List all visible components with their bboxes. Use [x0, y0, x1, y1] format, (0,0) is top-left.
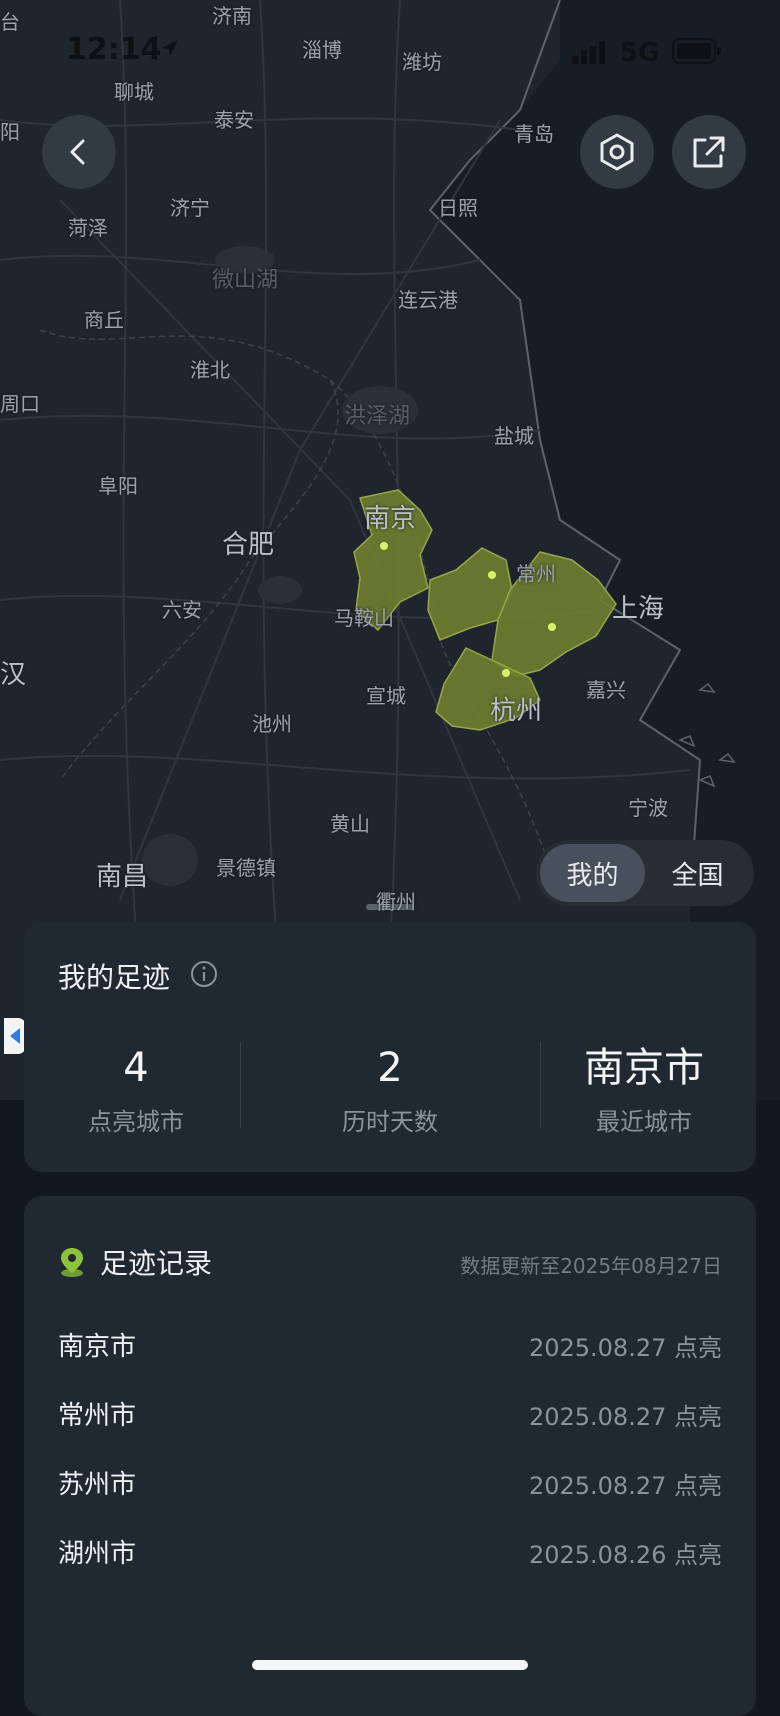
share-button[interactable]: [672, 115, 746, 189]
hexagon-settings-icon: [600, 133, 634, 171]
map-label-rizhao: 日照: [438, 196, 478, 220]
map-label-hefei: 合肥: [222, 530, 275, 560]
stat-cities-label: 点亮城市: [88, 1108, 184, 1136]
map-label-liuan: 六安: [162, 598, 202, 622]
map-label-quzhou: 衢州: [376, 890, 416, 914]
lake-poyang: [142, 834, 198, 886]
map-label-chizhou: 池州: [252, 712, 292, 736]
record-row[interactable]: 湖州市 2025.08.26 点亮: [58, 1533, 722, 1577]
footprint-card: 我的足迹 4 点亮城市 2 历时天数 南京市 最近城市: [24, 922, 756, 1172]
stat-cities: 4 点亮城市: [36, 1040, 236, 1137]
map-label-zhoukou: 周口: [0, 392, 40, 416]
settings-button[interactable]: [580, 115, 654, 189]
stat-days-label: 历时天数: [342, 1108, 438, 1136]
signal-icon: [572, 40, 608, 64]
map-label-liaocheng: 聊城: [114, 80, 154, 104]
app-shortcut-icon: [10, 1028, 20, 1044]
home-indicator: [252, 1660, 528, 1670]
record-city: 苏州市: [58, 1470, 137, 1500]
map-label-jining: 济宁: [170, 196, 210, 220]
map-label-hangzhou: 杭州: [490, 696, 543, 726]
map-label-huangshan: 黄山: [330, 812, 370, 836]
map-label-xuancheng: 宣城: [366, 684, 406, 708]
map-label-qingdao: 青岛: [514, 122, 554, 146]
chevron-left-icon: [70, 139, 85, 165]
info-icon[interactable]: [190, 960, 218, 988]
dot-huzhou: [502, 669, 510, 677]
records-updated: 数据更新至2025年08月27日: [460, 1254, 722, 1278]
map-label-yancheng: 盐城: [494, 424, 534, 448]
map-label-maanshan: 马鞍山: [334, 606, 394, 630]
map-label-huaibei: 淮北: [190, 358, 230, 382]
stat-recent-city-label: 最近城市: [596, 1108, 692, 1136]
map-label-shanghai: 上海: [612, 594, 665, 624]
stat-recent-city: 南京市 最近城市: [544, 1040, 744, 1137]
stat-days-value: 2: [377, 1045, 403, 1091]
map-label-changzhou: 常州: [516, 562, 556, 586]
records-title: 足迹记录: [100, 1247, 213, 1280]
dot-changzhou: [488, 571, 496, 579]
map-label-jingdezhen: 景德镇: [216, 856, 276, 880]
record-date: 2025.08.27 点亮: [528, 1472, 722, 1500]
record-date: 2025.08.26 点亮: [528, 1541, 722, 1569]
status-time: 12:14: [66, 32, 162, 67]
location-arrow-icon: [160, 38, 180, 58]
scope-toggle[interactable]: 我的 全国: [536, 840, 754, 906]
record-row[interactable]: 南京市 2025.08.27 点亮: [58, 1326, 722, 1370]
map-label-nanchang: 南昌: [96, 862, 149, 892]
map-label-weifang: 潍坊: [402, 50, 442, 74]
dot-suzhou: [548, 623, 556, 631]
stat-recent-city-value: 南京市: [584, 1045, 704, 1091]
map-label-fuyang: 阜阳: [98, 474, 138, 498]
map-label-edge-han: 汉: [0, 660, 27, 690]
map-label-jinan: 济南: [212, 4, 252, 28]
map-label-lianyungang: 连云港: [398, 288, 458, 312]
map-label-shangqiu: 商丘: [84, 308, 124, 332]
records-card: 足迹记录 数据更新至2025年08月27日 南京市 2025.08.27 点亮 …: [24, 1196, 756, 1716]
stat-divider: [540, 1042, 541, 1128]
share-icon: [693, 136, 725, 168]
stat-cities-value: 4: [123, 1045, 149, 1091]
record-city: 南京市: [58, 1332, 137, 1362]
floating-widget[interactable]: [4, 1018, 26, 1054]
map-label-edge-yang: 阳: [0, 120, 20, 144]
map-label-taian: 泰安: [214, 108, 254, 132]
toggle-mine[interactable]: 我的: [540, 844, 645, 902]
lake-chao: [258, 576, 302, 604]
map-label-nanjing: 南京: [364, 504, 417, 534]
record-date: 2025.08.27 点亮: [528, 1403, 722, 1431]
record-row[interactable]: 常州市 2025.08.27 点亮: [58, 1395, 722, 1439]
stat-days: 2 历时天数: [290, 1040, 490, 1137]
record-city: 常州市: [58, 1401, 137, 1431]
battery-icon: [672, 38, 722, 64]
map-label-ningbo: 宁波: [628, 796, 668, 820]
footprint-title: 我的足迹: [58, 961, 171, 994]
map-label-edge-tai: 台: [0, 10, 20, 34]
network-label: 5G: [620, 38, 660, 68]
record-city: 湖州市: [58, 1539, 137, 1569]
stat-divider: [240, 1042, 241, 1128]
map-label-jiaxing: 嘉兴: [586, 678, 626, 702]
record-date: 2025.08.27 点亮: [528, 1334, 722, 1362]
map-label-hongzehu: 洪泽湖: [344, 404, 411, 429]
location-pin-icon: [58, 1246, 86, 1278]
map-label-heze: 菏泽: [68, 216, 108, 240]
record-row[interactable]: 苏州市 2025.08.27 点亮: [58, 1464, 722, 1508]
dot-nanjing: [380, 542, 388, 550]
toggle-all[interactable]: 全国: [645, 844, 750, 902]
map-label-zibo: 淄博: [302, 38, 342, 62]
back-button[interactable]: [42, 115, 116, 189]
map-label-weishanhu: 微山湖: [212, 268, 279, 293]
